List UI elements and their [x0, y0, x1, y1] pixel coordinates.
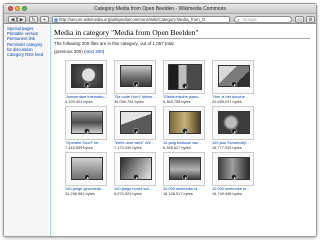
title-bar: Category:Media from Open Beelden - Wikim…: [4, 4, 316, 14]
gallery-item[interactable]: "De oude Horn" kleine... 36,056,754 byte…: [114, 60, 156, 104]
play-icon: [84, 82, 90, 88]
play-icon: [182, 128, 188, 134]
gallery-item[interactable]: "Werk door werk" We... 7,179,349 bytes: [114, 106, 156, 150]
gallery-item[interactable]: "Operatie Snort" ter... 7,448,559 bytes: [65, 106, 107, 150]
pagination-line: (previous 200) (next 200): [54, 49, 316, 55]
minimize-window-button[interactable]: [15, 6, 20, 11]
file-thumbnail[interactable]: [114, 106, 156, 140]
gallery-item[interactable]: 100 jaar Schoenstijl... 18,777,933 bytes: [212, 106, 254, 150]
next-200-link[interactable]: next 200: [86, 49, 103, 54]
gallery-item[interactable]: 100-jarige hoofd sch... 6,070,923 bytes: [114, 152, 156, 196]
file-thumbnail[interactable]: [65, 60, 107, 94]
file-size: 7,179,349 bytes: [114, 144, 142, 150]
file-thumbnail[interactable]: [163, 152, 205, 186]
gallery-item[interactable]: 10-jarig bestaan van... 6,358,627 bytes: [163, 106, 205, 150]
play-icon: [133, 81, 139, 87]
close-window-button[interactable]: [8, 6, 13, 11]
gallery-item[interactable]: "Amsterdam Internatio... 5,199,403 bytes: [65, 60, 107, 104]
pagination-close: ): [102, 49, 105, 54]
play-icon: [231, 174, 237, 180]
file-thumbnail[interactable]: [212, 60, 254, 94]
add-bookmark-button[interactable]: +: [40, 15, 49, 23]
play-icon: [133, 128, 139, 134]
back-button[interactable]: ◀: [8, 15, 17, 23]
file-size: 24,258,981 bytes: [65, 190, 95, 196]
play-icon: [84, 174, 90, 180]
search-input[interactable]: ⌕ Google: [234, 15, 292, 23]
file-thumbnail[interactable]: [212, 152, 254, 186]
file-size: 7,448,559 bytes: [65, 144, 93, 150]
file-size: 16,749,498 bytes: [212, 190, 242, 196]
file-size: 6,070,923 bytes: [114, 190, 142, 196]
page-menu-button[interactable]: ▭: [295, 15, 304, 23]
play-icon: [133, 174, 139, 180]
file-size: 36,056,754 bytes: [114, 98, 144, 104]
file-thumbnail[interactable]: [65, 152, 107, 186]
file-thumbnail[interactable]: [114, 152, 156, 186]
sidebar-item-reminder-category[interactable]: Reminder category for discussion: [7, 42, 47, 53]
play-icon: [231, 128, 237, 134]
gallery-item[interactable]: 10.000 seebonke st... 18,108,517 bytes: [163, 152, 205, 196]
settings-menu-button[interactable]: ⚙: [306, 15, 315, 23]
file-thumbnail[interactable]: [163, 106, 205, 140]
gallery-item[interactable]: "Elektronische piano... 6,368,758 bytes: [163, 60, 205, 104]
address-text: http://secure.wikimedia.org/wikipedia/co…: [59, 16, 206, 22]
play-icon: [182, 174, 188, 180]
sidebar: Special pages Printable version Permanen…: [4, 25, 48, 236]
site-icon: [54, 17, 58, 22]
page-title: Media in category "Media from Open Beeld…: [54, 28, 310, 39]
search-icon: ⌕: [237, 17, 240, 23]
address-bar[interactable]: http://secure.wikimedia.org/wikipedia/co…: [52, 15, 230, 23]
gallery-item[interactable]: 100-jarige geschiede... 24,258,981 bytes: [65, 152, 107, 196]
gallery-item[interactable]: 10.000 seebonke st... 16,749,498 bytes: [212, 152, 254, 196]
main-content: Media in category "Media from Open Beeld…: [50, 25, 316, 236]
file-size: 20,665,037 bytes: [212, 98, 242, 104]
browser-window: Category:Media from Open Beelden - Wikim…: [3, 3, 317, 237]
search-placeholder: Google: [243, 16, 257, 22]
gallery-item[interactable]: "Hier is het douche... 20,665,037 bytes: [212, 60, 254, 104]
forward-button[interactable]: ▶: [17, 15, 26, 23]
file-thumbnail[interactable]: [114, 60, 156, 94]
zoom-window-button[interactable]: [22, 6, 27, 11]
category-summary: The following 200 files are in this cate…: [54, 41, 175, 46]
file-thumbnail[interactable]: [65, 106, 107, 140]
reload-button[interactable]: ↻: [29, 15, 38, 23]
play-icon: [84, 128, 90, 134]
browser-toolbar: ◀ ▶ ↻ + http://secure.wikimedia.org/wiki…: [4, 14, 316, 24]
window-title: Category:Media from Open Beelden - Wikim…: [94, 6, 226, 12]
play-icon: [182, 83, 188, 89]
previous-200-text: (previous 200) (: [54, 49, 86, 54]
file-size: 6,368,758 bytes: [163, 98, 191, 104]
file-thumbnail[interactable]: [163, 60, 205, 94]
file-size: 5,199,403 bytes: [65, 98, 93, 104]
sidebar-item-category-rss[interactable]: Category RSS feed: [7, 52, 47, 58]
file-size: 18,777,933 bytes: [212, 144, 242, 150]
file-size: 18,108,517 bytes: [163, 190, 193, 196]
play-icon: [231, 81, 237, 87]
file-size: 6,358,627 bytes: [163, 144, 191, 150]
file-thumbnail[interactable]: [212, 106, 254, 140]
